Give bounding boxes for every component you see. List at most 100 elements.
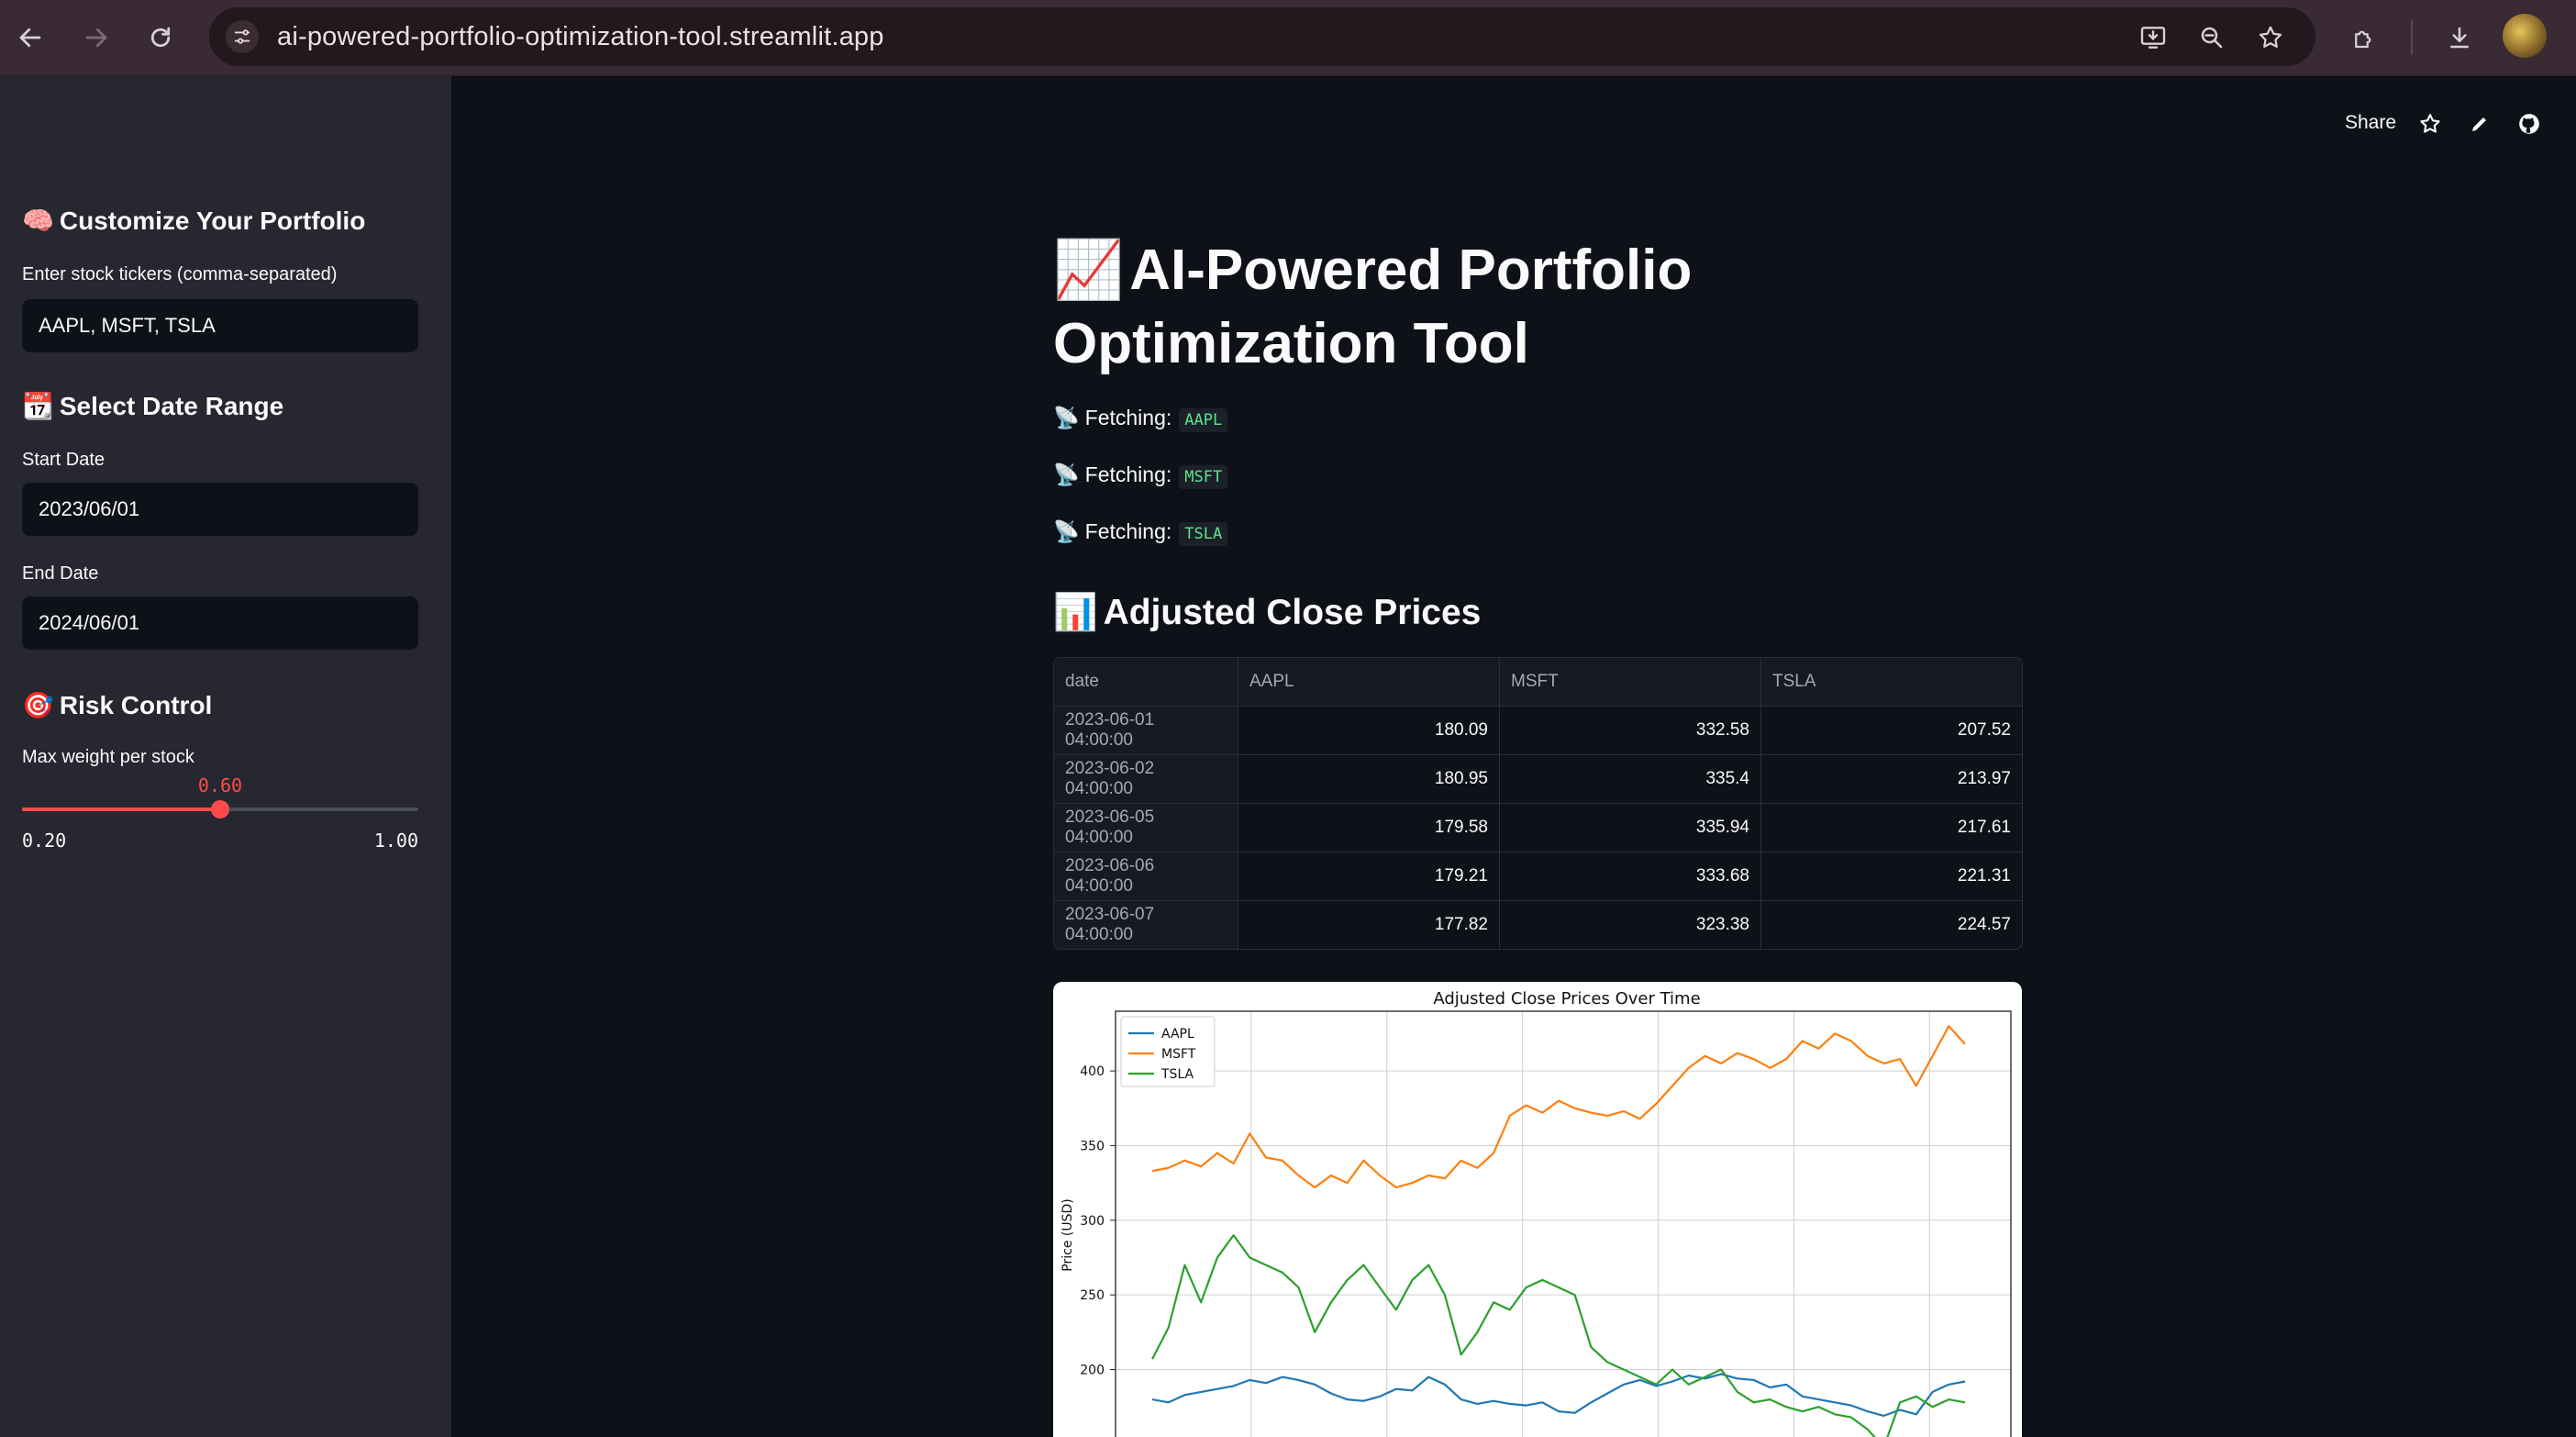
chart-title: Adjusted Close Prices Over Time bbox=[1433, 989, 1700, 1008]
table-cell[interactable]: 332.58 bbox=[1499, 706, 1761, 755]
column-header[interactable]: MSFT bbox=[1499, 658, 1761, 707]
table-cell[interactable]: 2023-06-06 04:00:00 bbox=[1054, 852, 1238, 901]
section-heading: 📊 Adjusted Close Prices bbox=[1053, 592, 1482, 633]
browser-chrome: ai-powered-portfolio-optimization-tool.s… bbox=[0, 0, 2576, 76]
brain-icon: 🧠 bbox=[22, 206, 54, 236]
chart-increasing-icon: 📈 bbox=[1053, 236, 1125, 303]
date-range-heading: 📆 Select Date Range bbox=[22, 391, 284, 421]
slider-max: 1.00 bbox=[373, 830, 418, 852]
slider-value: 0.60 bbox=[197, 774, 243, 796]
forward-arrow-icon[interactable] bbox=[73, 15, 119, 61]
toolbar-divider bbox=[2411, 20, 2413, 55]
table-cell[interactable]: 333.68 bbox=[1499, 852, 1761, 901]
chart-series-msft bbox=[1151, 1025, 1966, 1189]
chart-series-tsla bbox=[1151, 1234, 1966, 1437]
chart-y-tick-label: 250 bbox=[1080, 1288, 1105, 1303]
slider-min: 0.20 bbox=[22, 830, 67, 852]
fetch-status-msft: 📡 Fetching: MSFT bbox=[1053, 462, 1228, 489]
table-row: 2023-06-01 04:00:00 180.09 332.58 207.52 bbox=[1054, 706, 2022, 755]
satellite-icon: 📡 bbox=[1053, 463, 1080, 487]
zoom-icon[interactable] bbox=[2189, 15, 2235, 61]
table-row: 2023-06-02 04:00:00 180.95 335.4 213.97 bbox=[1054, 754, 2022, 804]
chart-y-tick-label: 350 bbox=[1080, 1139, 1105, 1153]
chart-y-ticks: 150200250300350400 bbox=[1080, 1064, 1116, 1378]
max-weight-slider[interactable]: 0.60 bbox=[22, 774, 418, 819]
table-cell[interactable]: 2023-06-05 04:00:00 bbox=[1054, 803, 1238, 852]
target-icon: 🎯 bbox=[22, 690, 54, 720]
extensions-icon[interactable] bbox=[2341, 15, 2387, 61]
end-date-label: End Date bbox=[22, 563, 99, 584]
install-app-icon[interactable] bbox=[2130, 15, 2176, 61]
price-chart: Adjusted Close Prices Over Time Price (U… bbox=[1053, 982, 2022, 1437]
bookmark-star-icon[interactable] bbox=[2248, 15, 2293, 61]
table-cell[interactable]: 207.52 bbox=[1760, 706, 2022, 755]
address-bar[interactable]: ai-powered-portfolio-optimization-tool.s… bbox=[209, 7, 2315, 66]
chart-y-axis-label: Price (USD) bbox=[1060, 1198, 1075, 1271]
table-cell[interactable]: 2023-06-01 04:00:00 bbox=[1054, 706, 1238, 755]
table-cell[interactable]: 221.31 bbox=[1760, 852, 2022, 901]
chart-series-aapl bbox=[1151, 1373, 1966, 1417]
table-row: 2023-06-05 04:00:00 179.58 335.94 217.61 bbox=[1054, 803, 2022, 852]
start-date-label: Start Date bbox=[22, 450, 105, 470]
table-cell[interactable]: 180.95 bbox=[1238, 754, 1500, 804]
chart-y-tick-label: 300 bbox=[1080, 1214, 1105, 1229]
table-cell[interactable]: 180.09 bbox=[1238, 706, 1500, 755]
chart-y-tick-label: 200 bbox=[1080, 1364, 1105, 1378]
prices-dataframe[interactable]: date AAPL MSFT TSLA 2023-06-01 04:00:00 … bbox=[1053, 657, 2023, 950]
end-date-input[interactable]: 2024/06/01 bbox=[22, 596, 418, 650]
sidebar: 🧠 Customize Your Portfolio Enter stock ti… bbox=[0, 75, 451, 1437]
table-cell[interactable]: 2023-06-07 04:00:00 bbox=[1054, 900, 1238, 949]
slider-fill bbox=[22, 808, 220, 811]
edit-pencil-icon[interactable] bbox=[2466, 110, 2493, 138]
chart-y-tick-label: 400 bbox=[1080, 1064, 1105, 1079]
satellite-icon: 📡 bbox=[1053, 407, 1080, 430]
share-button[interactable]: Share bbox=[2345, 112, 2396, 134]
table-cell[interactable]: 323.38 bbox=[1499, 900, 1761, 949]
slider-thumb[interactable] bbox=[211, 800, 229, 819]
chart-series-lines bbox=[1151, 1025, 1966, 1437]
bar-chart-icon: 📊 bbox=[1053, 592, 1098, 633]
tickers-input[interactable]: AAPL, MSFT, TSLA bbox=[22, 299, 418, 352]
table-cell[interactable]: 2023-06-02 04:00:00 bbox=[1054, 754, 1238, 804]
table-header-row: date AAPL MSFT TSLA bbox=[1054, 658, 2022, 707]
fetch-status-tsla: 📡 Fetching: TSLA bbox=[1053, 519, 1228, 546]
github-icon[interactable] bbox=[2515, 110, 2543, 138]
tickers-label: Enter stock tickers (comma-separated) bbox=[22, 264, 338, 284]
price-chart-svg: Adjusted Close Prices Over Time Price (U… bbox=[1060, 989, 2012, 1437]
table-cell[interactable]: 179.21 bbox=[1238, 852, 1500, 901]
star-icon[interactable] bbox=[2416, 110, 2444, 138]
start-date-input[interactable]: 2023/06/01 bbox=[22, 483, 418, 536]
chart-plot-frame bbox=[1115, 1010, 2012, 1437]
column-header[interactable]: AAPL bbox=[1238, 658, 1500, 707]
back-arrow-icon[interactable] bbox=[7, 15, 53, 61]
url-text: ai-powered-portfolio-optimization-tool.s… bbox=[277, 22, 884, 51]
table-cell[interactable]: 335.94 bbox=[1499, 803, 1761, 852]
table-cell[interactable]: 213.97 bbox=[1760, 754, 2022, 804]
download-icon[interactable] bbox=[2437, 15, 2482, 61]
column-header[interactable]: date bbox=[1054, 658, 1238, 707]
chart-grid bbox=[1116, 1011, 2011, 1437]
reload-icon[interactable] bbox=[138, 15, 183, 61]
chart-legend: AAPL MSFT TSLA bbox=[1120, 1016, 1216, 1087]
ticker-code: MSFT bbox=[1179, 465, 1228, 489]
calendar-icon: 📆 bbox=[22, 391, 54, 421]
table-row: 2023-06-07 04:00:00 177.82 323.38 224.57 bbox=[1054, 900, 2022, 949]
customize-heading: 🧠 Customize Your Portfolio bbox=[22, 206, 366, 236]
risk-control-heading: 🎯 Risk Control bbox=[22, 690, 213, 720]
ticker-code: TSLA bbox=[1179, 522, 1228, 546]
ticker-code: AAPL bbox=[1179, 408, 1228, 432]
table-cell[interactable]: 179.58 bbox=[1238, 803, 1500, 852]
table-cell[interactable]: 224.57 bbox=[1760, 900, 2022, 949]
chart-legend-label: MSFT bbox=[1161, 1047, 1196, 1062]
site-settings-icon[interactable] bbox=[226, 20, 259, 53]
table-cell[interactable]: 335.4 bbox=[1499, 754, 1761, 804]
table-cell[interactable]: 177.82 bbox=[1238, 900, 1500, 949]
column-header[interactable]: TSLA bbox=[1760, 658, 2022, 707]
page-title: 📈AI-Powered Portfolio Optimization Tool bbox=[1053, 236, 1693, 375]
profile-avatar[interactable] bbox=[2503, 14, 2547, 58]
table-cell[interactable]: 217.61 bbox=[1760, 803, 2022, 852]
chart-legend-label: AAPL bbox=[1161, 1027, 1194, 1042]
satellite-icon: 📡 bbox=[1053, 520, 1080, 544]
max-weight-label: Max weight per stock bbox=[22, 747, 194, 767]
chart-legend-label: TSLA bbox=[1160, 1067, 1194, 1082]
